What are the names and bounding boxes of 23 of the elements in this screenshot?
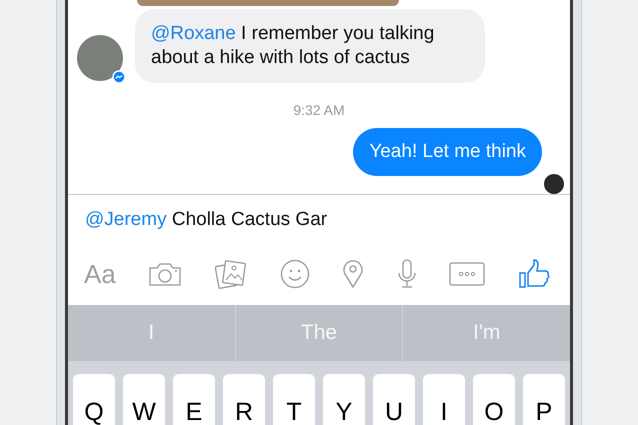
- keyboard-key[interactable]: I: [423, 374, 465, 425]
- thumbs-up-icon[interactable]: [518, 259, 550, 289]
- incoming-message: @Roxane I remember you talking about a hike with lots of cactus: [135, 9, 485, 83]
- gallery-icon[interactable]: [215, 259, 247, 289]
- keyboard-key[interactable]: O: [473, 374, 515, 425]
- more-options-icon[interactable]: [449, 262, 486, 286]
- camera-icon[interactable]: [148, 261, 182, 287]
- keyboard-key[interactable]: Q: [73, 374, 115, 425]
- keyboard-key[interactable]: P: [523, 374, 565, 425]
- messenger-badge-icon: [112, 70, 126, 84]
- keyboard-key[interactable]: T: [273, 374, 315, 425]
- read-receipt-avatar: [544, 174, 564, 194]
- microphone-icon[interactable]: [396, 259, 417, 289]
- message-input-field[interactable]: @Jeremy Cholla Cactus Gar: [68, 194, 570, 243]
- outgoing-message: Yeah! Let me think: [353, 128, 542, 176]
- location-pin-icon[interactable]: [342, 259, 364, 289]
- keyboard-key[interactable]: W: [123, 374, 165, 425]
- keyboard-key[interactable]: R: [223, 374, 265, 425]
- keyboard-key[interactable]: Y: [323, 374, 365, 425]
- keyboard-key[interactable]: E: [173, 374, 215, 425]
- timestamp: 9:32 AM: [292, 102, 346, 118]
- keyboard-key[interactable]: U: [373, 374, 415, 425]
- smiley-icon[interactable]: [280, 259, 310, 289]
